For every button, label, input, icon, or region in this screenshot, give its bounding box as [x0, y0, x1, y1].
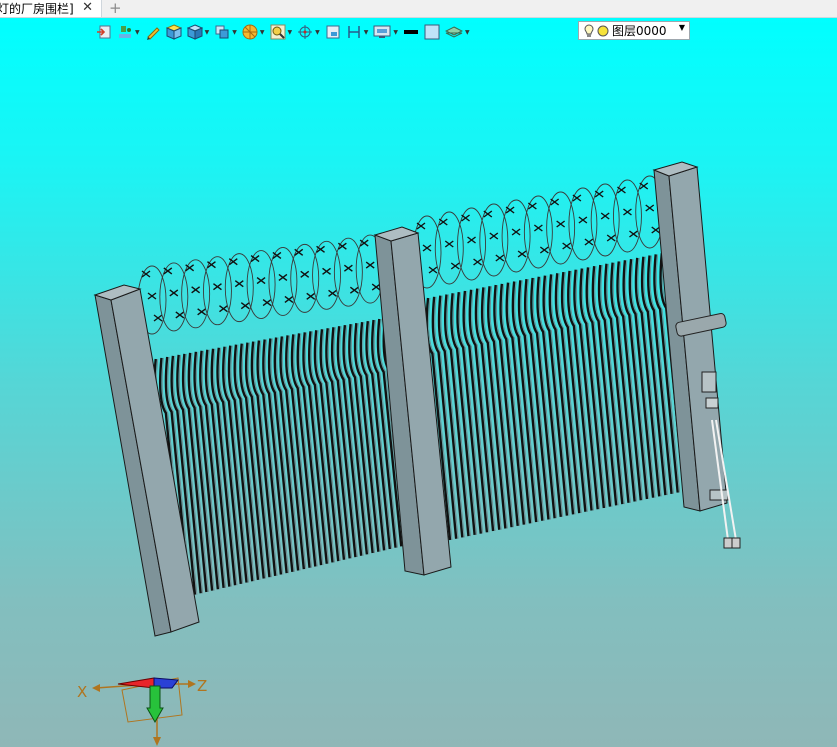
section-view-button[interactable]: [325, 24, 341, 40]
fence-model: [92, 161, 741, 746]
color-light-swatch: [424, 24, 440, 40]
view-orientation-button[interactable]: ▼: [214, 24, 237, 40]
paint-button[interactable]: ▼: [117, 24, 140, 40]
cube-view-button[interactable]: ▼: [186, 24, 210, 40]
display-settings-button[interactable]: ▼: [373, 24, 398, 40]
paint-icon: [119, 26, 131, 38]
color-black-swatch: [404, 30, 418, 34]
render-button[interactable]: ▼: [242, 24, 265, 40]
chevron-down-icon[interactable]: ▼: [288, 29, 293, 36]
chevron-down-icon[interactable]: ▼: [393, 29, 398, 36]
chevron-down-icon[interactable]: ▼: [232, 29, 237, 36]
chevron-down-icon[interactable]: ▼: [260, 29, 265, 36]
cube-shaded-icon: [165, 24, 182, 40]
chevron-down-icon[interactable]: ▼: [135, 29, 140, 36]
shaded-cube-button[interactable]: [165, 24, 182, 40]
render-sphere-icon: [242, 24, 258, 40]
fill-color-button[interactable]: [424, 24, 440, 40]
layer-name: 图层0000: [612, 24, 667, 38]
layers-button[interactable]: ▼: [445, 24, 470, 40]
chevron-down-icon[interactable]: ▼: [315, 29, 320, 36]
chevron-down-icon[interactable]: ▼: [465, 29, 470, 36]
fence-post-left: [93, 284, 200, 637]
coordinate-triad: [92, 677, 196, 746]
x-axis-label: X: [77, 683, 88, 701]
sketch-button[interactable]: [145, 24, 161, 40]
zoom-icon: [270, 24, 285, 40]
exit-icon: [97, 25, 111, 39]
lightbulb-icon[interactable]: [583, 23, 595, 38]
exit-button[interactable]: [96, 24, 112, 40]
pan-button[interactable]: ▼: [297, 24, 320, 40]
section-icon: [326, 25, 340, 39]
layers-icon: [445, 26, 463, 38]
chevron-down-icon[interactable]: ▼: [205, 29, 210, 36]
layer-color-dot-icon[interactable]: [597, 25, 609, 37]
dimension-button[interactable]: ▼: [346, 24, 369, 40]
view-toolbar: ▼ ▼ ▼ ▼ ▼ ▼ ▼ ▼ ▼: [96, 22, 475, 42]
pencil-icon: [146, 27, 160, 40]
chevron-down-icon[interactable]: ▼: [364, 29, 369, 36]
display-settings-icon: [373, 25, 391, 38]
z-axis-label: Z: [197, 677, 208, 695]
pan-icon: [298, 25, 313, 39]
cube-view-icon: [186, 24, 203, 40]
chevron-down-icon[interactable]: ▼: [679, 23, 685, 32]
zoom-button[interactable]: ▼: [270, 24, 293, 40]
dimension-icon: [348, 26, 360, 38]
fence-mesh-panel-right: [425, 251, 693, 541]
layer-select[interactable]: 图层0000 ▼: [578, 21, 690, 40]
line-color-button[interactable]: [403, 24, 419, 40]
view-orient-icon: [215, 25, 229, 39]
